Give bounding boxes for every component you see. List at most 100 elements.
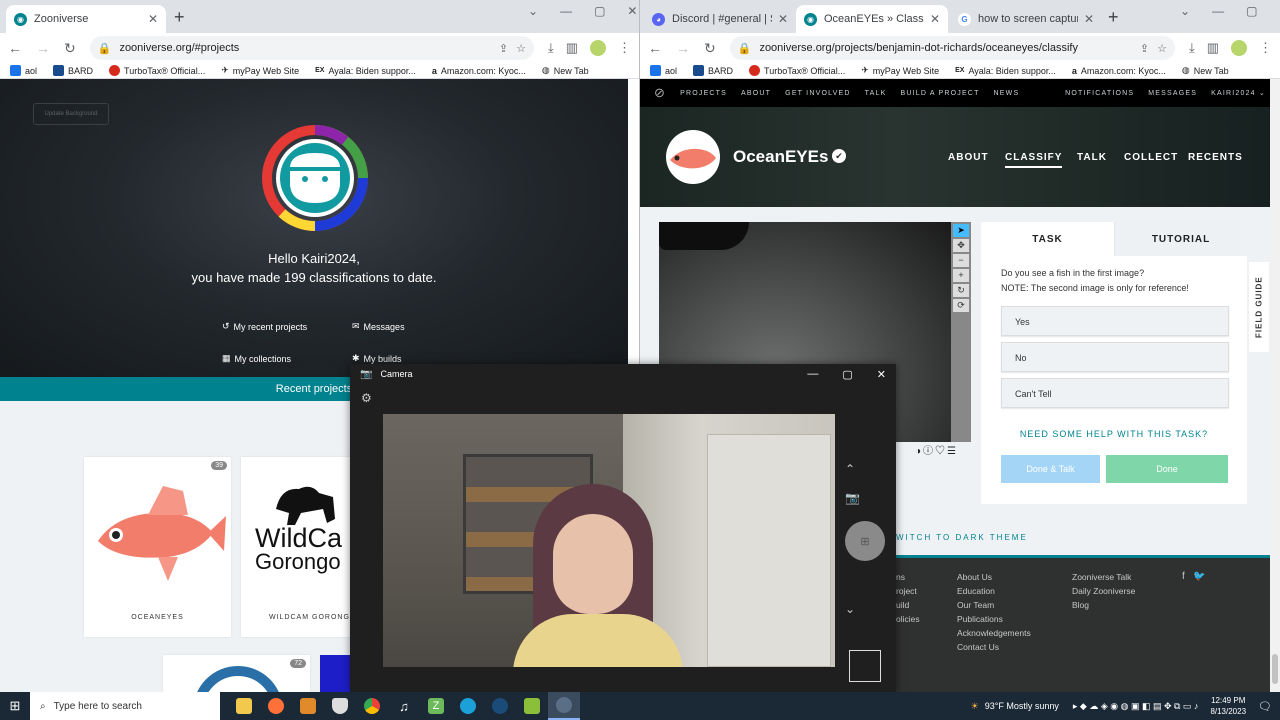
bookmark-turbotax[interactable]: TurboTax® Official... — [749, 65, 845, 76]
tab-zooniverse[interactable]: ◉ Zooniverse ✕ — [6, 5, 166, 33]
maximize-icon[interactable]: ▢ — [842, 368, 852, 381]
star-icon[interactable]: ☆ — [516, 42, 526, 55]
rotate-icon[interactable]: ↻ — [953, 284, 969, 297]
project-avatar[interactable] — [666, 130, 720, 184]
project-card-partial[interactable]: 72 — [163, 655, 310, 692]
need-help-link[interactable]: NEED SOME HELP WITH THIS TASK? — [981, 429, 1247, 439]
star-icon[interactable]: ☆ — [1157, 42, 1167, 55]
bookmark-bard[interactable]: BARD — [693, 65, 733, 76]
answer-yes[interactable]: Yes — [1001, 306, 1229, 336]
address-bar[interactable]: 🔒 zooniverse.org/projects/benjamin-dot-r… — [729, 36, 1175, 60]
last-capture-thumbnail[interactable] — [849, 650, 881, 682]
address-bar[interactable]: 🔒 zooniverse.org/#projects ⇪ ☆ — [89, 36, 534, 60]
facebook-icon[interactable]: f — [1182, 571, 1185, 582]
footer-blog[interactable]: Blog — [1072, 598, 1135, 612]
download-icon[interactable]: ⤓ — [548, 40, 554, 56]
tab-tutorial[interactable]: TUTORIAL — [1114, 222, 1247, 256]
heart-icon[interactable]: ♡ — [935, 446, 947, 457]
chevron-down-icon[interactable]: ⌄ — [1180, 4, 1190, 18]
close-tab-icon[interactable]: ✕ — [1084, 12, 1094, 26]
bookmark-amazon[interactable]: a Amazon.com: Kyoc... — [1072, 66, 1166, 76]
game-app-icon[interactable] — [516, 692, 548, 720]
footer-publications[interactable]: Publications — [957, 612, 1031, 626]
done-button[interactable]: Done — [1106, 455, 1228, 483]
footer-acknowledgements[interactable]: Acknowledgements — [957, 626, 1031, 640]
bookmark-aol[interactable]: aol — [650, 65, 677, 76]
my-recent-projects-link[interactable]: ↺ My recent projects — [222, 321, 307, 332]
weather-sun-icon[interactable]: ☀ — [971, 701, 979, 712]
new-tab-button[interactable]: + — [1108, 7, 1119, 28]
bookmark-new-tab[interactable]: ◍ New Tab — [1182, 65, 1229, 76]
zooniverse-logo-icon[interactable]: ⊘ — [654, 85, 666, 101]
camera-taskbar-icon[interactable] — [548, 692, 580, 720]
footer-our-team[interactable]: Our Team — [957, 598, 1031, 612]
shutter-button[interactable]: ⊞ — [845, 521, 885, 561]
profile-avatar[interactable] — [590, 40, 606, 56]
zotero-icon[interactable]: Z — [420, 692, 452, 720]
done-and-talk-button[interactable]: Done & Talk — [1001, 455, 1100, 483]
back-icon[interactable]: ← — [648, 40, 662, 56]
project-nav-collect[interactable]: COLLECT — [1124, 152, 1178, 163]
nav-about[interactable]: ABOUT — [741, 90, 771, 97]
bookmark-ayala[interactable]: EX Ayala: Biden suppor... — [315, 66, 416, 76]
footer-zooniverse-talk[interactable]: Zooniverse Talk — [1072, 570, 1135, 584]
project-card-oceaneyes[interactable]: 39 OCEANEYES — [84, 457, 231, 637]
nav-talk[interactable]: TALK — [865, 90, 887, 97]
firefox-icon[interactable] — [260, 692, 292, 720]
nav-user-menu[interactable]: KAIRI2024 ⌄ — [1211, 89, 1266, 97]
tab-oceaneyes[interactable]: ◉ OceanEYEs » Classify — Zooniv... ✕ — [796, 5, 948, 33]
project-card-blue[interactable] — [320, 655, 350, 692]
project-nav-talk[interactable]: TALK — [1077, 152, 1107, 163]
field-guide-tab[interactable]: FIELD GUIDE — [1249, 262, 1269, 352]
menu-icon[interactable]: ⋮ — [618, 40, 631, 56]
nav-get-involved[interactable]: GET INVOLVED — [785, 90, 851, 97]
close-window-icon[interactable]: ✕ — [627, 4, 637, 18]
photo-mode-icon[interactable]: 📷 — [845, 491, 860, 505]
side-panel-icon[interactable]: ▥ — [566, 40, 578, 56]
pointer-tool-icon[interactable]: ➤ — [953, 224, 969, 237]
chevron-down-icon[interactable]: ⌄ — [528, 4, 538, 18]
nav-news[interactable]: NEWS — [994, 90, 1020, 97]
footer-daily-zooniverse[interactable]: Daily Zooniverse — [1072, 584, 1135, 598]
list-icon[interactable]: ☰ — [947, 446, 958, 457]
answer-no[interactable]: No — [1001, 342, 1229, 372]
update-background-button[interactable]: Update Background — [33, 103, 109, 125]
steam-icon[interactable] — [484, 692, 516, 720]
footer-contact-us[interactable]: Contact Us — [957, 640, 1031, 654]
tray-app-icons[interactable]: ▸ ◆ ☁ ◈ ◉ ◍ ▣ ◧ ▤ ✥ ⧉ ▭ ♪ — [1073, 701, 1199, 712]
maximize-icon[interactable]: ▢ — [594, 4, 605, 18]
tab-task[interactable]: TASK — [981, 222, 1114, 256]
nav-notifications[interactable]: NOTIFICATIONS — [1065, 90, 1134, 97]
bookmark-ayala[interactable]: EX Ayala: Biden suppor... — [955, 66, 1056, 76]
messages-link[interactable]: ✉ Messages — [352, 321, 405, 332]
bookmark-turbotax[interactable]: TurboTax® Official... — [109, 65, 205, 76]
bookmark-new-tab[interactable]: ◍ New Tab — [542, 65, 589, 76]
nav-messages[interactable]: MESSAGES — [1148, 90, 1197, 97]
menu-icon[interactable]: ⋮ — [1259, 40, 1272, 56]
my-builds-link[interactable]: ✱ My builds — [352, 353, 402, 364]
media-player-icon[interactable] — [292, 692, 324, 720]
reset-icon[interactable]: ⟳ — [953, 299, 969, 312]
tab-discord[interactable]: ◕ Discord | #general | Study Hall ✕ — [644, 5, 796, 33]
side-panel-icon[interactable]: ▥ — [1207, 40, 1219, 56]
chrome-icon[interactable] — [356, 692, 388, 720]
file-explorer-icon[interactable] — [228, 692, 260, 720]
security-shield-icon[interactable] — [324, 692, 356, 720]
reload-icon[interactable]: ↻ — [64, 40, 76, 57]
bookmark-mypay[interactable]: ✈ myPay Web Site — [221, 65, 299, 76]
minimize-icon[interactable]: — — [1212, 4, 1224, 18]
reload-icon[interactable]: ↻ — [704, 40, 716, 57]
system-clock[interactable]: 12:49 PM 8/13/2023 — [1210, 695, 1246, 717]
bookmark-amazon[interactable]: a Amazon.com: Kyoc... — [432, 66, 526, 76]
taskbar-search[interactable]: ⌕ Type here to search — [30, 692, 220, 720]
project-nav-recents[interactable]: RECENTS — [1188, 152, 1243, 163]
minimize-icon[interactable]: — — [807, 368, 818, 381]
project-nav-classify[interactable]: CLASSIFY — [1005, 152, 1063, 168]
forward-icon[interactable]: → — [36, 40, 50, 56]
right-scrollbar[interactable] — [1270, 79, 1280, 692]
close-tab-icon[interactable]: ✕ — [930, 12, 940, 26]
footer-education[interactable]: Education — [957, 584, 1031, 598]
chevron-down-icon[interactable]: ⌄ — [845, 602, 855, 616]
project-nav-about[interactable]: ABOUT — [948, 152, 989, 163]
forward-icon[interactable]: → — [676, 40, 690, 56]
